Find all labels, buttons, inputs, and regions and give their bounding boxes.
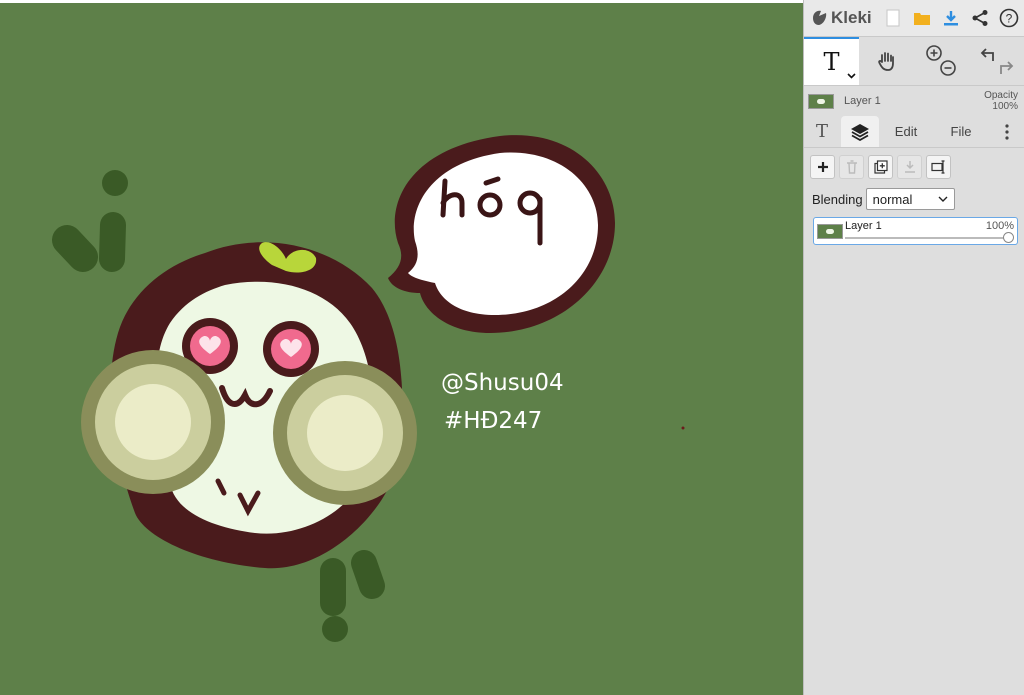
layer-opacity-slider[interactable] [845, 237, 1007, 239]
undo-redo-icons [980, 48, 1013, 74]
layer-list-item[interactable]: Layer 1 100% [813, 217, 1018, 245]
blending-select[interactable]: normal [865, 188, 955, 210]
merge-down-icon [904, 161, 915, 173]
tab-edit[interactable]: Edit [884, 116, 928, 147]
zoom-in-icon[interactable] [926, 45, 942, 61]
zoom-buttons [916, 37, 966, 85]
opacity-label: Opacity [984, 90, 1018, 101]
app-logo[interactable]: Kleki [804, 8, 879, 28]
undo-redo-buttons [969, 37, 1024, 85]
rename-layer-button[interactable] [926, 155, 951, 179]
tab-tool-glyph: T [815, 121, 828, 142]
layer-preview-name: Layer 1 [844, 95, 881, 107]
opacity-value: 100% [992, 101, 1018, 112]
layer-opacity-slider-handle[interactable] [1003, 232, 1014, 243]
help-button[interactable]: ? [995, 0, 1024, 36]
drawing-canvas[interactable]: @Shusu04 #HĐ247 [0, 3, 803, 695]
canvas-tag-text: #HĐ247 [444, 408, 543, 434]
layer-preview-bar[interactable]: Layer 1 Opacity 100% [804, 86, 1024, 116]
download-icon [944, 11, 959, 26]
folder-icon [914, 13, 931, 25]
duplicate-icon [873, 160, 888, 174]
panel-tabs: T Edit File [804, 116, 1024, 148]
add-layer-button[interactable] [810, 155, 835, 179]
trash-icon [846, 160, 857, 174]
canvas-artwork [52, 135, 685, 642]
zoom-out-icon[interactable] [940, 60, 956, 76]
blending-control: Blending normal [812, 188, 955, 210]
open-file-button[interactable] [908, 0, 937, 36]
delete-layer-button[interactable] [839, 155, 864, 179]
app-name: Kleki [831, 8, 872, 27]
hand-icon [878, 52, 894, 71]
tab-layers[interactable] [841, 116, 879, 147]
kleki-logo-icon [813, 10, 827, 25]
help-icon: ? [1000, 8, 1019, 28]
chevron-down-icon [938, 196, 948, 202]
new-file-icon [886, 9, 900, 27]
merge-down-button[interactable] [897, 155, 922, 179]
canvas-handle-text: @Shusu04 [441, 370, 564, 396]
layers-icon [851, 123, 869, 141]
tab-tool-settings[interactable]: T [808, 116, 836, 147]
undo-icon[interactable] [980, 48, 994, 61]
download-button[interactable] [937, 0, 966, 36]
hand-tool-button[interactable] [862, 37, 912, 85]
layer-name: Layer 1 [845, 220, 882, 232]
redo-icon[interactable] [999, 61, 1013, 74]
layer-opacity-value: 100% [985, 220, 1014, 232]
chevron-down-icon [847, 73, 856, 79]
share-icon [972, 10, 988, 26]
duplicate-layer-button[interactable] [868, 155, 893, 179]
tab-file[interactable]: File [938, 116, 984, 147]
more-options-button[interactable] [996, 116, 1018, 147]
text-tool-button[interactable]: T [804, 37, 859, 85]
text-tool-glyph: T [823, 48, 840, 76]
new-image-button[interactable] [879, 0, 908, 36]
share-button[interactable] [966, 0, 995, 36]
top-toolbar: Kleki ? [804, 0, 1024, 37]
tool-row: T [804, 37, 1024, 86]
zoom-icons [926, 45, 956, 76]
plus-icon [817, 162, 828, 172]
blending-value: normal [872, 191, 913, 207]
layer-thumbnail [817, 224, 843, 239]
sidebar-panel: Kleki ? T Layer 1 Opacity 100% T Edit Fi… [803, 0, 1024, 695]
svg-text:?: ? [1006, 12, 1013, 26]
blending-label: Blending [812, 191, 863, 207]
rename-icon [930, 160, 944, 174]
more-vertical-icon [1005, 123, 1009, 140]
layer-preview-thumbnail [808, 93, 834, 109]
